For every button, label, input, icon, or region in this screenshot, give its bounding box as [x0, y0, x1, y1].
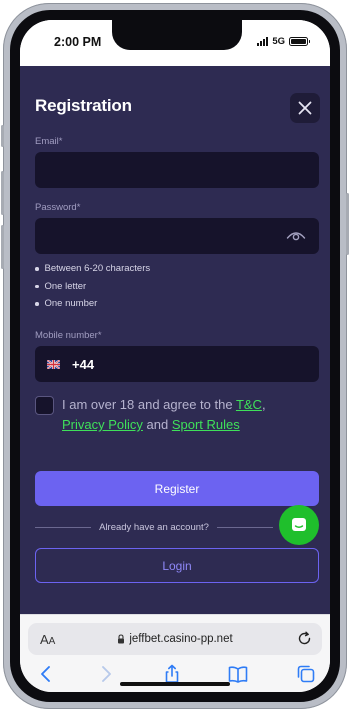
uk-flag-icon[interactable]	[47, 359, 60, 369]
phone-screen: 2:00 PM 5G Registration Email* Password*…	[20, 20, 330, 692]
lock-icon	[118, 634, 125, 644]
register-button[interactable]: Register	[35, 471, 319, 506]
password-label: Password*	[35, 202, 81, 213]
action-button	[1, 125, 4, 147]
divider-line	[35, 526, 92, 528]
tabs-icon[interactable]	[296, 664, 316, 684]
mobile-label: Mobile number*	[35, 330, 102, 341]
bullet-icon	[35, 284, 39, 288]
age-consent-checkbox[interactable]	[35, 396, 54, 415]
consent-comma: ,	[261, 397, 266, 412]
consent-text: I am over 18 and agree to the T&C, Privac…	[62, 395, 324, 435]
login-button[interactable]: Login	[35, 548, 319, 583]
account-divider: Already have an account?	[35, 520, 319, 534]
privacy-policy-link[interactable]: Privacy Policy	[62, 417, 143, 432]
status-indicators: 5G	[257, 36, 310, 47]
reload-icon[interactable]	[297, 631, 312, 646]
url-display: jeffbet.casino-pp.net	[28, 623, 322, 655]
close-icon	[298, 101, 312, 115]
volume-up-button	[1, 171, 4, 215]
url-text: jeffbet.casino-pp.net	[129, 633, 233, 645]
email-field[interactable]	[35, 152, 319, 188]
consent-prefix: I am over 18 and agree to the	[62, 397, 236, 412]
password-rule: Between 6-20 characters	[35, 260, 150, 278]
password-rules-list: Between 6-20 characters One letter One n…	[35, 260, 150, 313]
battery-icon	[289, 37, 310, 46]
password-rule-text: One letter	[44, 280, 87, 292]
signal-icon	[257, 37, 269, 46]
tc-link[interactable]: T&C	[236, 397, 262, 412]
phone-frame: 2:00 PM 5G Registration Email* Password*…	[1, 3, 349, 709]
browser-bar: AA jeffbet.casino-pp.net	[20, 614, 330, 692]
close-button[interactable]	[290, 93, 320, 123]
password-rule-text: One number	[44, 298, 98, 310]
chat-icon	[292, 518, 306, 531]
mobile-number-field[interactable]: +44	[35, 346, 319, 382]
phone-bezel: 2:00 PM 5G Registration Email* Password*…	[10, 10, 340, 702]
consent-and: and	[142, 417, 172, 432]
status-bar: 2:00 PM 5G	[20, 20, 330, 68]
password-rule-text: Between 6-20 characters	[44, 263, 151, 275]
home-indicator	[120, 682, 230, 686]
address-bar[interactable]: AA jeffbet.casino-pp.net	[28, 623, 322, 655]
divider-text: Already have an account?	[99, 521, 209, 533]
volume-down-button	[1, 225, 4, 269]
registration-modal: Registration Email* Password* Between 6-…	[20, 66, 330, 614]
divider-line	[216, 526, 274, 528]
share-icon[interactable]	[162, 664, 182, 684]
forward-icon[interactable]	[96, 664, 116, 684]
bookmarks-icon[interactable]	[228, 664, 248, 684]
power-button	[346, 193, 349, 255]
chat-button[interactable]	[279, 505, 319, 545]
modal-title: Registration	[35, 96, 132, 115]
network-type: 5G	[272, 36, 285, 47]
back-icon[interactable]	[36, 664, 56, 684]
password-field[interactable]	[35, 218, 319, 254]
notch	[112, 20, 242, 50]
bullet-icon	[35, 267, 39, 271]
password-rule: One number	[35, 295, 150, 313]
country-code: +44	[72, 356, 95, 372]
password-rule: One letter	[35, 278, 150, 296]
bullet-icon	[35, 302, 39, 306]
sport-rules-link[interactable]: Sport Rules	[172, 417, 240, 432]
status-time: 2:00 PM	[54, 35, 102, 49]
email-label: Email*	[35, 136, 63, 147]
eye-icon[interactable]	[286, 228, 306, 242]
